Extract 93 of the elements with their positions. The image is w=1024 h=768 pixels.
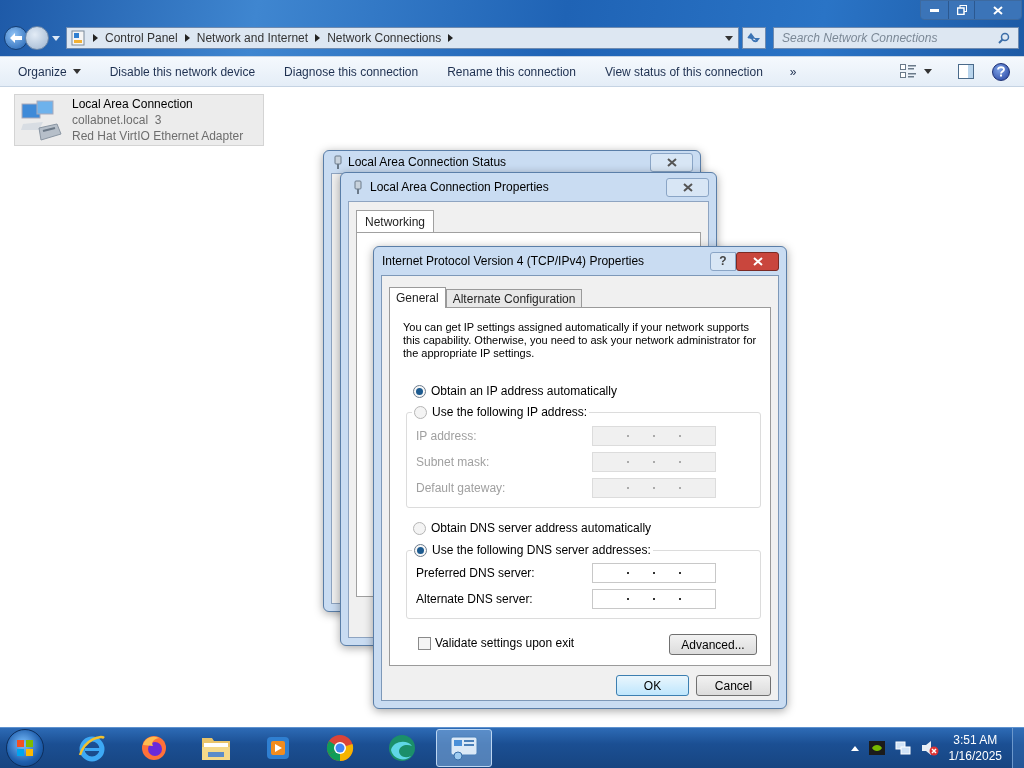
- connection-name: Local Area Connection: [72, 96, 194, 112]
- ok-button[interactable]: OK: [616, 675, 689, 696]
- show-hidden-icons-icon[interactable]: [850, 745, 859, 751]
- breadcrumb-link[interactable]: Network Connections: [327, 29, 442, 47]
- breadcrumb-arrow-icon[interactable]: [448, 34, 454, 42]
- toolbar-button[interactable]: Disable this network device: [101, 59, 264, 84]
- gpu-tray-icon[interactable]: [868, 741, 885, 755]
- field-label: Default gateway:: [416, 480, 506, 497]
- windows-logo-icon: [16, 739, 34, 757]
- ip-address-field[interactable]: [592, 426, 716, 446]
- search-icon: [998, 32, 1010, 44]
- toolbar-button[interactable]: Diagnose this connection: [276, 59, 427, 84]
- search-field[interactable]: Search Network Connections: [773, 27, 1019, 49]
- fox-globe-icon: [139, 733, 169, 763]
- close-button[interactable]: [650, 152, 693, 172]
- intro-text: You can get IP settings assigned automatically if your network supports this capability. Otherwise, you need to ask your network administrator for the appropriate IP settings.: [403, 321, 758, 360]
- close-button[interactable]: [666, 177, 709, 197]
- close-button[interactable]: [736, 251, 779, 271]
- dialog-title: Internet Protocol Version 4 (TCP/IPv4) Properties: [381, 253, 645, 270]
- ip-address-field[interactable]: [592, 452, 716, 472]
- clock[interactable]: 3:51 AM 1/16/2025: [948, 732, 1002, 764]
- ip-address-field[interactable]: [592, 478, 716, 498]
- media-player-icon: [264, 734, 292, 762]
- radio-label[interactable]: Use the following DNS server addresses:: [432, 541, 651, 559]
- caret-icon: [725, 35, 733, 41]
- browser-circle-icon: [325, 733, 355, 763]
- toolbar-button[interactable]: View status of this connection: [596, 59, 771, 84]
- back-arrow-icon: [10, 33, 22, 43]
- tab[interactable]: Networking: [356, 210, 435, 232]
- preview-pane-icon: [958, 64, 974, 79]
- caret-icon: [52, 35, 60, 41]
- caret-icon: [72, 69, 81, 74]
- question-mark-icon: [997, 66, 1005, 77]
- browser-e-icon: [77, 733, 107, 763]
- breadcrumb-arrow-icon[interactable]: [315, 34, 321, 42]
- field-label: Subnet mask:: [416, 454, 490, 471]
- toolbar-button[interactable]: Rename this connection: [439, 59, 584, 84]
- checkbox[interactable]: [418, 636, 431, 650]
- back-button[interactable]: [4, 26, 28, 50]
- minimize-icon: [930, 8, 939, 12]
- radio-label[interactable]: Use the following IP address:: [432, 403, 588, 421]
- advanced-button[interactable]: Advanced...: [669, 634, 757, 655]
- address-bar[interactable]: Control Panel Network and Internet Network Connections: [66, 27, 739, 49]
- plug-icon: [354, 180, 362, 194]
- minimize-button[interactable]: [921, 1, 948, 19]
- ip-address-field[interactable]: [592, 563, 716, 583]
- control-panel-icon: [448, 734, 480, 762]
- cancel-button[interactable]: Cancel: [696, 675, 771, 696]
- close-icon: [752, 256, 763, 266]
- restore-button[interactable]: [948, 1, 974, 19]
- ip-address-field[interactable]: [592, 589, 716, 609]
- help-button[interactable]: [992, 62, 1010, 81]
- network-tray-icon[interactable]: [894, 740, 911, 756]
- connection-item[interactable]: Local Area Connection collabnet.local 3 Red Hat VirtIO Ethernet Adapter: [14, 94, 264, 146]
- field-label: IP address:: [416, 428, 477, 445]
- field-label: Alternate DNS server:: [416, 591, 533, 608]
- details-view-icon: [900, 64, 916, 79]
- close-icon: [682, 182, 693, 192]
- breadcrumb-link[interactable]: Network and Internet: [196, 29, 309, 47]
- toolbar-button[interactable]: Organize: [10, 59, 89, 84]
- breadcrumb-arrow-icon[interactable]: [184, 34, 190, 42]
- close-button[interactable]: [974, 1, 1021, 19]
- clock-date: 1/16/2025: [948, 748, 1002, 764]
- radio-button[interactable]: [414, 405, 427, 419]
- network-computers-icon: [19, 98, 64, 142]
- plug-icon: [334, 155, 342, 169]
- tab[interactable]: Alternate Configuration: [445, 289, 583, 307]
- radio-button[interactable]: [414, 543, 427, 557]
- breadcrumb-link[interactable]: Control Panel: [105, 29, 178, 47]
- more-button[interactable]: »: [783, 59, 803, 84]
- radio-label[interactable]: Obtain an IP address automatically: [431, 382, 617, 400]
- forward-button[interactable]: [25, 26, 49, 50]
- control-panel-icon: [70, 30, 86, 46]
- help-button[interactable]: ?: [710, 251, 736, 271]
- tab[interactable]: General: [389, 287, 446, 308]
- wave-browser-icon: [387, 733, 417, 763]
- search-input[interactable]: Search Network Connections: [782, 29, 998, 47]
- start-button[interactable]: [6, 729, 44, 767]
- caret-icon: [924, 69, 932, 74]
- refresh-button[interactable]: [742, 27, 766, 49]
- muted-speaker-icon[interactable]: [920, 740, 939, 756]
- adapter-name: Red Hat VirtIO Ethernet Adapter: [72, 128, 244, 144]
- close-icon: [666, 157, 677, 167]
- dialog-title: Local Area Connection Properties: [370, 179, 549, 196]
- checkbox-label[interactable]: Validate settings upon exit: [435, 634, 575, 652]
- dialog-title: Local Area Connection Status: [348, 154, 507, 171]
- radio-button[interactable]: [413, 384, 426, 398]
- breadcrumb-arrow-icon[interactable]: [93, 34, 98, 42]
- clock-time: 3:51 AM: [953, 732, 998, 748]
- network-name: collabnet.local 3: [72, 112, 163, 128]
- field-label: Preferred DNS server:: [416, 565, 535, 582]
- close-icon: [993, 5, 1003, 15]
- restore-icon: [956, 5, 967, 15]
